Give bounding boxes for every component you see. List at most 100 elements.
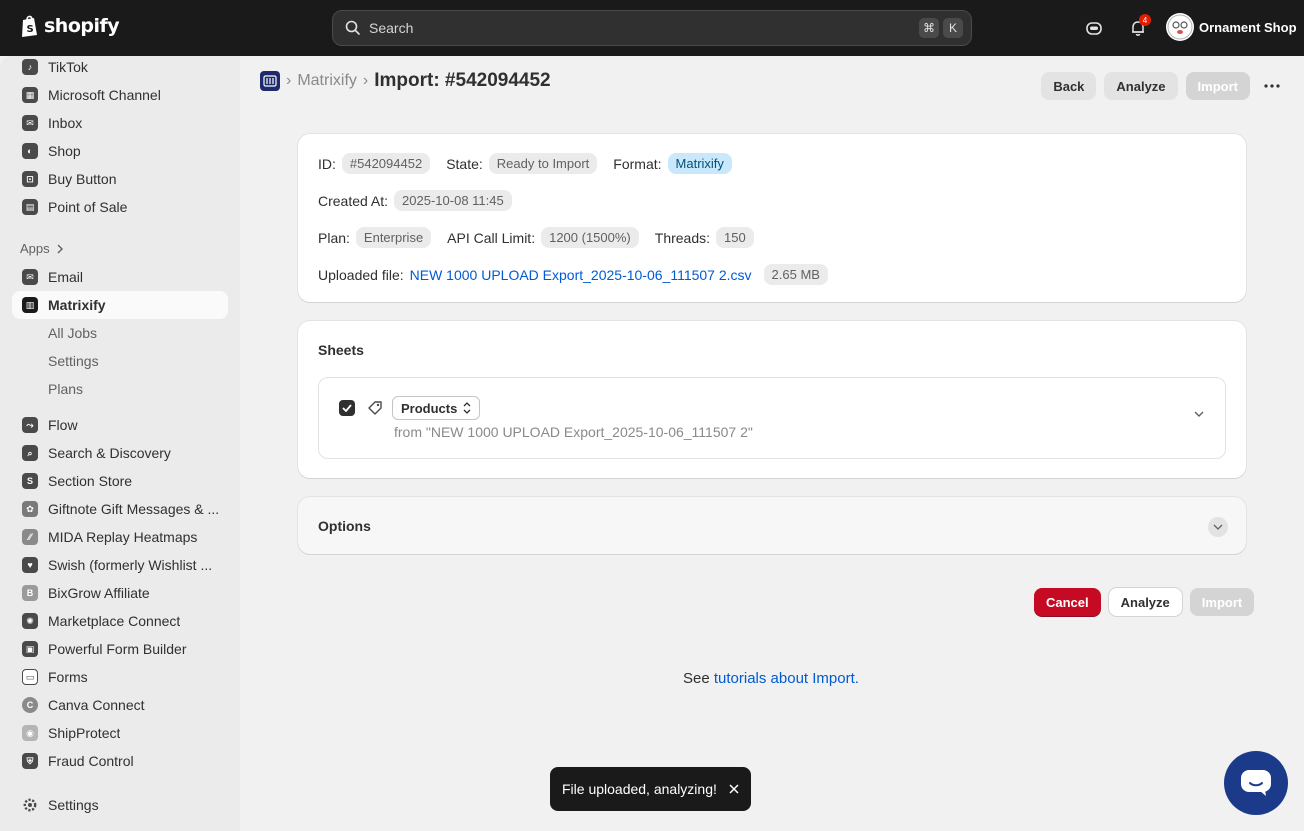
tag-icon (368, 401, 382, 415)
footer-import-button[interactable]: Import (1189, 588, 1255, 616)
store-logo-icon (1167, 14, 1193, 40)
sidebar-item-marketplace-connect[interactable]: ✺ Marketplace Connect (12, 607, 228, 635)
swish-icon: ♥ (20, 555, 40, 575)
top-bar: S shopify Search ⌘ K 4 Ornament Shop (0, 0, 1304, 56)
details-row-4: Uploaded file: NEW 1000 UPLOAD Export_20… (318, 264, 844, 285)
sidebar-item-fraud-control[interactable]: ⛨ Fraud Control (12, 747, 228, 775)
shopify-wordmark: shopify (44, 15, 120, 37)
options-card[interactable]: Options (298, 497, 1246, 554)
sheet-checkbox[interactable] (339, 400, 355, 416)
sidebar-subitem-plans[interactable]: Plans (48, 381, 83, 397)
sidebar-subitem-settings[interactable]: Settings (48, 353, 99, 369)
shopify-logo[interactable]: S shopify (20, 14, 120, 38)
pos-icon: ▤ (20, 197, 40, 217)
sidebar-item-bixgrow[interactable]: B BixGrow Affiliate (12, 579, 228, 607)
search-discovery-icon: ⌕ (20, 443, 40, 463)
form-builder-icon: ▣ (20, 639, 40, 659)
tiktok-icon: ♪ (20, 57, 40, 77)
sidebar-item-matrixify[interactable]: ▥ Matrixify (12, 291, 228, 319)
buy-button-icon: ⊡ (20, 169, 40, 189)
search-shortcut: ⌘ K (919, 18, 963, 38)
state-badge: Ready to Import (488, 153, 598, 174)
checkmark-icon (342, 404, 352, 412)
options-toggle[interactable] (1208, 517, 1228, 537)
chevron-down-icon[interactable] (1193, 410, 1205, 418)
format-badge: Matrixify (667, 153, 732, 174)
store-avatar (1166, 13, 1194, 41)
plan-label: Plan: (318, 229, 350, 246)
breadcrumb-matrixify[interactable]: Matrixify (297, 72, 357, 90)
state-label: State: (446, 155, 483, 172)
threads-value: 150 (716, 227, 754, 248)
admin-frame: ♪ TikTok ▦ Microsoft Channel ✉ Inbox ◐ S… (0, 56, 1304, 831)
footer-analyze-button[interactable]: Analyze (1108, 588, 1182, 616)
format-label: Format: (613, 155, 662, 172)
breadcrumb-separator: › (286, 72, 292, 89)
sidebar-item-section-store[interactable]: S Section Store (12, 467, 228, 495)
cancel-button[interactable]: Cancel (1034, 588, 1101, 616)
sidebar-item-point-of-sale[interactable]: ▤ Point of Sale (12, 193, 228, 221)
tutorial-note: See tutorials about Import. (683, 670, 859, 687)
shopify-bag-icon: S (22, 15, 37, 37)
sidebar-item-swish[interactable]: ♥ Swish (formerly Wishlist ... (12, 551, 228, 579)
mida-icon: ⁄⁄ (20, 527, 40, 547)
section-store-icon: S (20, 471, 40, 491)
details-row-1: ID: #542094452 State: Ready to Import Fo… (318, 153, 748, 174)
chat-button[interactable] (1224, 751, 1288, 815)
more-actions-button[interactable] (1258, 72, 1286, 100)
sidebar-item-tiktok[interactable]: ♪ TikTok (12, 56, 228, 81)
matrixify-app-icon[interactable] (260, 71, 280, 91)
notifications-button[interactable]: 4 (1124, 14, 1152, 42)
sidebar: ♪ TikTok ▦ Microsoft Channel ✉ Inbox ◐ S… (0, 56, 240, 831)
sheets-card: Sheets Products from "NEW 1000 UPLOAD Ex… (298, 321, 1246, 478)
sheets-title: Sheets (318, 342, 364, 358)
sidebar-item-inbox[interactable]: ✉ Inbox (12, 109, 228, 137)
api-limit-label: API Call Limit: (447, 229, 536, 246)
store-menu[interactable]: Ornament Shop (1166, 13, 1297, 41)
select-arrows-icon (463, 402, 471, 414)
forms-icon: ▭ (20, 667, 40, 687)
bixgrow-icon: B (20, 583, 40, 603)
sidebar-item-flow[interactable]: ⤳ Flow (12, 411, 228, 439)
search-input[interactable]: Search ⌘ K (332, 10, 972, 46)
close-icon[interactable] (729, 784, 739, 794)
sidebar-item-microsoft-channel[interactable]: ▦ Microsoft Channel (12, 81, 228, 109)
created-value: 2025-10-08 11:45 (394, 190, 512, 211)
sidebar-item-settings[interactable]: Settings (12, 791, 228, 819)
sidebar-item-shop[interactable]: ◐ Shop (12, 137, 228, 165)
analyze-button[interactable]: Analyze (1104, 72, 1178, 100)
shop-icon: ◐ (20, 141, 40, 161)
import-button[interactable]: Import (1185, 72, 1250, 100)
header-actions: Back Analyze Import (1041, 72, 1286, 100)
sidebar-item-forms[interactable]: ▭ Forms (12, 663, 228, 691)
flow-icon: ⤳ (20, 415, 40, 435)
sidebar-item-canva-connect[interactable]: C Canva Connect (12, 691, 228, 719)
sidekick-button[interactable] (1080, 14, 1108, 42)
ellipsis-icon (1264, 84, 1280, 88)
sheet-type-select[interactable]: Products (392, 396, 481, 420)
footer-actions: Cancel Analyze Import (1034, 588, 1255, 616)
sidebar-subitem-all-jobs[interactable]: All Jobs (48, 325, 97, 341)
search-icon (345, 20, 360, 35)
microsoft-icon: ▦ (20, 85, 40, 105)
sidebar-item-mida[interactable]: ⁄⁄ MIDA Replay Heatmaps (12, 523, 228, 551)
sidebar-item-buy-button[interactable]: ⊡ Buy Button (12, 165, 228, 193)
options-title: Options (318, 518, 371, 534)
id-label: ID: (318, 155, 336, 172)
sidebar-item-email[interactable]: ✉ Email (12, 263, 228, 291)
breadcrumb: › Matrixify › Import: #542094452 (260, 70, 551, 92)
main-content: › Matrixify › Import: #542094452 Back An… (240, 56, 1304, 831)
marketplace-icon: ✺ (20, 611, 40, 631)
apps-section-header[interactable]: Apps (20, 241, 64, 256)
job-details-card: ID: #542094452 State: Ready to Import Fo… (298, 134, 1246, 302)
uploaded-file-link[interactable]: NEW 1000 UPLOAD Export_2025-10-06_111507… (410, 267, 752, 283)
sidebar-item-form-builder[interactable]: ▣ Powerful Form Builder (12, 635, 228, 663)
sidebar-item-shipprotect[interactable]: ◉ ShipProtect (12, 719, 228, 747)
sidebar-item-giftnote[interactable]: ✿ Giftnote Gift Messages & ... (12, 495, 228, 523)
sidebar-item-search-discovery[interactable]: ⌕ Search & Discovery (12, 439, 228, 467)
gear-icon (20, 795, 40, 815)
plan-value: Enterprise (355, 227, 432, 248)
tutorial-link[interactable]: tutorials about Import (714, 670, 855, 687)
chevron-right-icon (57, 244, 63, 253)
back-button[interactable]: Back (1041, 72, 1097, 100)
